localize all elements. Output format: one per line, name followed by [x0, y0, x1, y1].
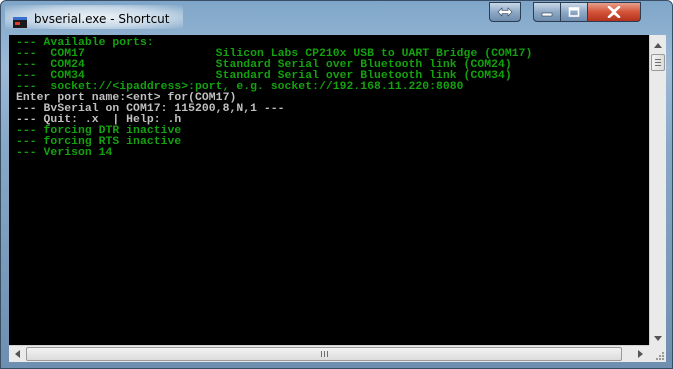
- minimize-icon: [541, 7, 553, 17]
- grip-icon: [652, 59, 664, 66]
- vertical-scrollbar[interactable]: [649, 35, 666, 345]
- swap-icon: [497, 7, 513, 17]
- arrow-down-icon: [654, 328, 662, 346]
- scroll-left-button[interactable]: [9, 346, 26, 362]
- swap-button[interactable]: [489, 2, 521, 22]
- title-bar[interactable]: bvserial.exe - Shortcut: [1, 1, 673, 33]
- horizontal-scrollbar[interactable]: [9, 345, 649, 362]
- resize-grip-icon: [656, 352, 664, 360]
- console-app-icon[interactable]: [13, 15, 27, 28]
- grip-icon: [320, 351, 328, 357]
- resize-grip[interactable]: [649, 345, 666, 362]
- console-output[interactable]: --- Available ports: --- COM17 Silicon La…: [9, 35, 649, 345]
- scroll-down-button[interactable]: [650, 328, 666, 345]
- close-button[interactable]: [587, 2, 641, 22]
- horizontal-scroll-thumb[interactable]: [26, 347, 622, 361]
- maximize-button[interactable]: [560, 2, 588, 22]
- scroll-right-button[interactable]: [632, 346, 649, 362]
- arrow-left-icon: [15, 345, 20, 363]
- console-text: --- Available ports: --- COM17 Silicon La…: [16, 37, 532, 160]
- arrow-up-icon: [654, 35, 662, 53]
- console-line: --- Verison 14: [16, 147, 113, 160]
- close-icon: [607, 6, 621, 18]
- window-title: bvserial.exe - Shortcut: [34, 12, 170, 26]
- maximize-icon: [568, 7, 580, 17]
- vertical-scroll-thumb[interactable]: [651, 54, 665, 71]
- console-window: bvserial.exe - Shortcut --- Available po…: [0, 0, 673, 369]
- minimize-button[interactable]: [533, 2, 561, 22]
- scroll-up-button[interactable]: [650, 35, 666, 52]
- arrow-right-icon: [638, 345, 643, 363]
